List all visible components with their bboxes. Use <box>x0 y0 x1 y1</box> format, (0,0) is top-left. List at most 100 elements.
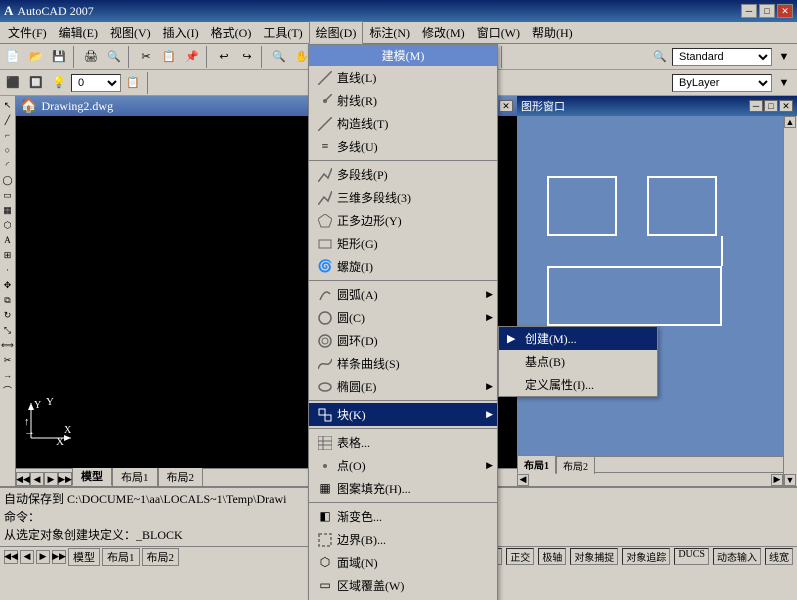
toggle-lw[interactable]: 线宽 <box>765 548 793 565</box>
tool-rotate[interactable]: ↻ <box>1 308 15 322</box>
tb-cut[interactable]: ✂ <box>135 46 157 68</box>
tb-layer1[interactable]: ⬛ <box>2 72 24 94</box>
tool-arc[interactable]: ◜ <box>1 158 15 172</box>
tool-trim[interactable]: ✂ <box>1 353 15 367</box>
model-tab-label[interactable]: 模型 <box>68 548 100 566</box>
drawing-canvas[interactable]: Y ↑ → X Y X <box>16 116 517 468</box>
minimize-button[interactable]: ─ <box>741 4 757 18</box>
right-tab-layout1[interactable]: 布局1 <box>517 455 556 474</box>
tool-text[interactable]: A <box>1 233 15 247</box>
tb-3d[interactable]: 🔲 <box>314 46 336 68</box>
menu-insert[interactable]: 插入(I) <box>157 22 205 43</box>
toggle-ortho[interactable]: 正交 <box>506 548 534 565</box>
drawing-close[interactable]: ✕ <box>499 100 513 112</box>
tb-print[interactable]: 🖨 <box>80 46 102 68</box>
tb-preview[interactable]: 🔍 <box>103 46 125 68</box>
menu-help[interactable]: 帮助(H) <box>526 22 579 43</box>
tb-layer2[interactable]: 🔲 <box>25 72 47 94</box>
tool-select[interactable]: ↖ <box>1 98 15 112</box>
tb-zoom[interactable]: 🔍 <box>268 46 290 68</box>
menu-dim[interactable]: 标注(N) <box>363 22 416 43</box>
right-tab-layout2[interactable]: 布局2 <box>556 456 595 474</box>
right-minimize[interactable]: ─ <box>749 100 763 112</box>
tool-scale[interactable]: ⤡ <box>1 323 15 337</box>
vscroll-down[interactable]: ▼ <box>784 474 796 486</box>
drawing-minimize[interactable]: ─ <box>469 100 483 112</box>
tab-nav-first[interactable]: ◀◀ <box>16 472 30 486</box>
menu-format[interactable]: 格式(O) <box>205 22 258 43</box>
toggle-polar[interactable]: 极轴 <box>538 548 566 565</box>
tb-copy[interactable]: 📋 <box>158 46 180 68</box>
right-canvas[interactable] <box>517 116 797 486</box>
layout1-tab-label[interactable]: 布局1 <box>102 548 140 566</box>
drawing-maximize[interactable]: □ <box>484 100 498 112</box>
tab-layout2[interactable]: 布局2 <box>158 467 204 486</box>
tool-copy2[interactable]: ⧉ <box>1 293 15 307</box>
tb-search[interactable]: 🔍 <box>649 46 671 68</box>
tool-region[interactable]: ⬡ <box>1 218 15 232</box>
toggle-otrack[interactable]: 对象追踪 <box>622 548 670 565</box>
tab-nav-prev[interactable]: ◀ <box>30 472 44 486</box>
nav-prev[interactable]: ◀ <box>20 550 34 564</box>
vscroll-track[interactable] <box>784 128 797 474</box>
tb-undo[interactable]: ↩ <box>213 46 235 68</box>
tb-layer4[interactable]: 📋 <box>122 72 144 94</box>
tool-rect[interactable]: ▭ <box>1 188 15 202</box>
tb-bylayer-btn[interactable]: ▼ <box>773 72 795 94</box>
tool-circle[interactable]: ○ <box>1 143 15 157</box>
maximize-button[interactable]: □ <box>759 4 775 18</box>
tool-line[interactable]: ╱ <box>1 113 15 127</box>
menu-draw[interactable]: 绘图(D) <box>309 21 364 44</box>
toggle-osnap[interactable]: 对象捕捉 <box>570 548 618 565</box>
tool-insert[interactable]: ⊞ <box>1 248 15 262</box>
hscroll-left[interactable]: ◀ <box>517 474 529 486</box>
right-maximize[interactable]: □ <box>764 100 778 112</box>
bylayer-combo[interactable]: ByLayer <box>672 74 772 92</box>
menu-view[interactable]: 视图(V) <box>104 22 157 43</box>
workspace-combo[interactable]: AutoCAD 经典 <box>346 48 443 66</box>
tool-mirror[interactable]: ⟺ <box>1 338 15 352</box>
menu-window[interactable]: 窗口(W) <box>471 22 526 43</box>
close-button[interactable]: ✕ <box>777 4 793 18</box>
toggle-grid[interactable]: 栅格 <box>474 548 502 565</box>
layer-num-combo[interactable]: 0 <box>71 74 121 92</box>
tb-open[interactable]: 📂 <box>25 46 47 68</box>
menu-wipeout[interactable]: ▭ 区域覆盖(W) <box>309 574 497 597</box>
tool-move[interactable]: ✥ <box>1 278 15 292</box>
tool-point[interactable]: · <box>1 263 15 277</box>
tb-layer3[interactable]: 💡 <box>48 72 70 94</box>
menu-tools[interactable]: 工具(T) <box>257 22 308 43</box>
tb-paste[interactable]: 📌 <box>181 46 203 68</box>
right-close[interactable]: ✕ <box>779 100 793 112</box>
menu-edit[interactable]: 编辑(E) <box>53 22 104 43</box>
tb-help[interactable]: ? <box>476 46 498 68</box>
tb-pan[interactable]: ✋ <box>291 46 313 68</box>
layout2-tab-label[interactable]: 布局2 <box>142 548 180 566</box>
tb-redo[interactable]: ↪ <box>236 46 258 68</box>
tab-model[interactable]: 模型 <box>72 466 112 486</box>
tool-extend[interactable]: → <box>1 368 15 382</box>
toggle-ducs[interactable]: DUCS <box>674 548 709 565</box>
right-hscroll[interactable]: ◀ ▶ <box>517 472 783 486</box>
toggle-dyn[interactable]: 动态输入 <box>713 548 761 565</box>
tab-nav-last[interactable]: ▶▶ <box>58 472 72 486</box>
tab-nav-next[interactable]: ▶ <box>44 472 58 486</box>
tool-fillet[interactable]: ⌒ <box>1 383 15 397</box>
tool-pline[interactable]: ⌐ <box>1 128 15 142</box>
toggle-snap[interactable]: 捕捉 <box>442 548 470 565</box>
tb-save[interactable]: 💾 <box>48 46 70 68</box>
nav-next[interactable]: ▶ <box>36 550 50 564</box>
tb-std-btn[interactable]: ▼ <box>773 46 795 68</box>
tb-new[interactable]: 📄 <box>2 46 24 68</box>
menu-file[interactable]: 文件(F) <box>2 22 53 43</box>
tb-workspace-btn[interactable]: ▼ <box>444 46 466 68</box>
tool-ellipse[interactable]: ◯ <box>1 173 15 187</box>
right-vscroll[interactable]: ▲ ▼ <box>783 116 797 486</box>
hscroll-right[interactable]: ▶ <box>771 474 783 486</box>
nav-last[interactable]: ▶▶ <box>52 550 66 564</box>
menu-modify[interactable]: 修改(M) <box>416 22 471 43</box>
vscroll-up[interactable]: ▲ <box>784 116 796 128</box>
standard-combo[interactable]: Standard <box>672 48 772 66</box>
nav-first[interactable]: ◀◀ <box>4 550 18 564</box>
tab-layout1[interactable]: 布局1 <box>112 467 158 486</box>
